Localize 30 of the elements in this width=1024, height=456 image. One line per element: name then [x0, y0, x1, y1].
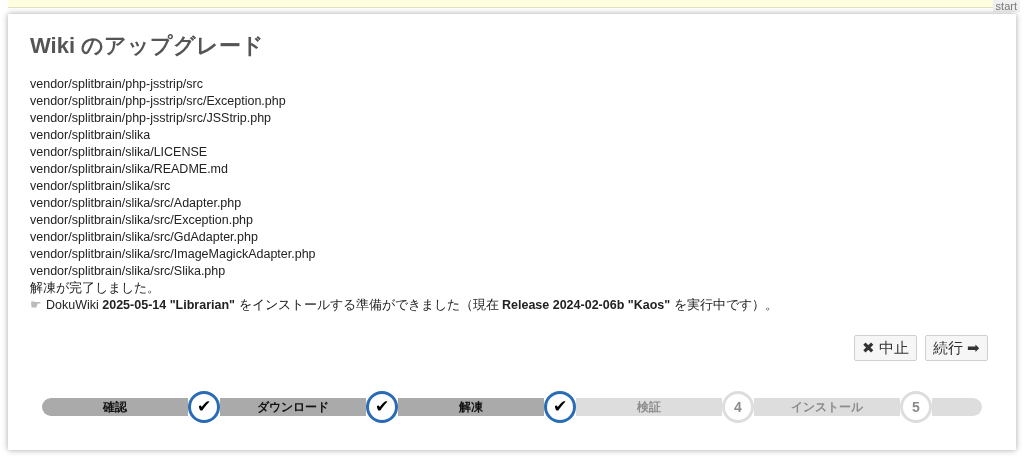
step-number-marker: 4 — [722, 391, 754, 423]
pointing-hand-icon: ☛ — [30, 297, 42, 314]
log-line: vendor/splitbrain/slika/src — [30, 178, 171, 195]
log-line: vendor/splitbrain/slika/src/GdAdapter.php — [30, 229, 258, 246]
status-message: DokuWiki 2025-05-14 "Librarian" をインストールする準備ができました（現在 Release 2024-02-06b "Kaos" を実行中です）。 — [46, 297, 778, 314]
log-line: vendor/splitbrain/slika/src/Exception.php — [30, 212, 254, 229]
log-line: vendor/splitbrain/slika/LICENSE — [30, 144, 208, 161]
step-label: 検証 — [637, 399, 661, 416]
log-line: vendor/splitbrain/php-jsstrip/src — [30, 76, 203, 93]
log-line: vendor/splitbrain/slika/src/Slika.php — [30, 263, 226, 280]
log-line: 解凍が完了しました。 — [30, 280, 160, 297]
action-button[interactable]: ✖ 中止 — [853, 335, 917, 361]
log-line: vendor/splitbrain/php-jsstrip/src/JSStrip.php — [30, 110, 272, 127]
page-title: Wiki のアップグレード — [30, 32, 265, 60]
action-button[interactable]: 続行 ➡ — [924, 335, 988, 361]
step-label: インストール — [791, 399, 863, 416]
log-line: vendor/splitbrain/php-jsstrip/src/Exception.php — [30, 93, 286, 110]
start-tab[interactable]: start — [992, 0, 1020, 12]
step-label: ダウンロード — [257, 399, 329, 416]
step-check-marker: ✔ — [366, 391, 398, 423]
step-number-marker: 5 — [900, 391, 932, 423]
log-line: vendor/splitbrain/slika/src/Adapter.php — [30, 195, 242, 212]
log-line: vendor/splitbrain/slika/README.md — [30, 161, 228, 178]
step-check-marker: ✔ — [188, 391, 220, 423]
log-line: vendor/splitbrain/slika/src/ImageMagickAdapter.php — [30, 246, 316, 263]
step-check-marker: ✔ — [544, 391, 576, 423]
progress-segment — [932, 398, 982, 416]
log-line: vendor/splitbrain/slika — [30, 127, 151, 144]
step-label: 解凍 — [459, 399, 483, 416]
step-label: 確認 — [103, 399, 127, 416]
